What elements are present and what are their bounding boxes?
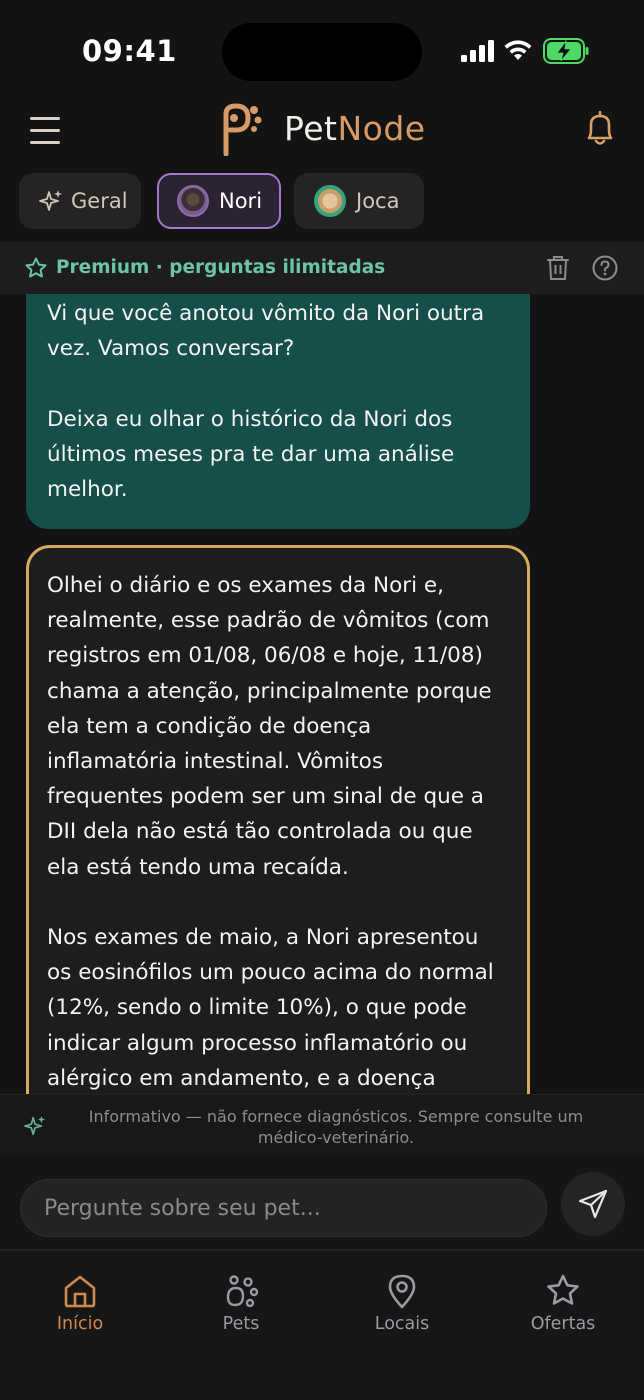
logo-text-node: Node <box>337 108 426 148</box>
message-composer <box>0 1157 644 1249</box>
tab-geral[interactable]: Geral <box>19 173 141 229</box>
disclaimer-bar: Informativo — não fornece diagnósticos. … <box>0 1094 644 1156</box>
tab-joca[interactable]: Joca <box>294 173 424 229</box>
joca-avatar <box>314 185 346 217</box>
paw-icon <box>226 1275 259 1308</box>
bell-icon[interactable] <box>583 110 617 150</box>
send-icon <box>578 1189 608 1219</box>
tab-joca-label: Joca <box>356 189 400 213</box>
petnode-logo: PetNode <box>218 100 426 156</box>
dynamic-island <box>222 23 422 81</box>
premium-bar: Premium · perguntas ilimitadas <box>0 242 644 294</box>
send-button[interactable] <box>561 1172 625 1236</box>
paw-p-logo-icon <box>223 103 262 156</box>
assistant-message-bubble-highlighted: Olhei o diário e os exames da Nori e, re… <box>26 545 530 1094</box>
location-pin-icon <box>388 1274 416 1309</box>
help-circle-icon[interactable] <box>592 255 618 281</box>
hamburger-menu-icon[interactable] <box>28 112 62 148</box>
logo-text: PetNode <box>284 109 426 148</box>
nav-label-pets: Pets <box>222 1314 260 1334</box>
tab-nori[interactable]: Nori <box>157 173 281 229</box>
nori-avatar <box>177 185 209 217</box>
nav-item-pets[interactable]: Pets <box>181 1273 301 1334</box>
sparkle-icon <box>24 1115 46 1136</box>
tab-geral-label: Geral <box>71 189 128 213</box>
home-icon <box>64 1275 96 1308</box>
nav-label-ofertas: Ofertas <box>530 1314 596 1334</box>
tab-nori-label: Nori <box>219 189 263 213</box>
nav-item-locais[interactable]: Locais <box>342 1273 462 1334</box>
star-outline-icon <box>25 257 47 278</box>
sparkle-icon <box>39 190 62 211</box>
premium-label: Premium · perguntas ilimitadas <box>56 257 386 278</box>
nav-label-locais: Locais <box>374 1314 430 1334</box>
status-bar: 09:41 <box>0 0 644 100</box>
battery-charging-icon <box>543 38 589 64</box>
wifi-icon <box>504 40 532 60</box>
star-icon <box>547 1274 579 1305</box>
nav-label-inicio: Início <box>56 1314 104 1334</box>
disclaimer-text: Informativo — não fornece diagnósticos. … <box>88 1107 584 1147</box>
status-time: 09:41 <box>82 34 177 68</box>
assistant-message-bubble: Vi que você anotou vômito da Nori outra … <box>26 294 530 529</box>
chat-thread[interactable]: Vi que você anotou vômito da Nori outra … <box>0 294 644 1094</box>
cellular-signal-icon <box>461 40 494 62</box>
nav-item-ofertas[interactable]: Ofertas <box>503 1273 623 1334</box>
nav-item-inicio[interactable]: Início <box>20 1273 140 1334</box>
message-input[interactable] <box>20 1179 547 1237</box>
bottom-navigation: Início Pets Locais Ofertas <box>0 1249 644 1400</box>
logo-text-pet: Pet <box>284 108 338 148</box>
trash-icon[interactable] <box>546 255 570 281</box>
